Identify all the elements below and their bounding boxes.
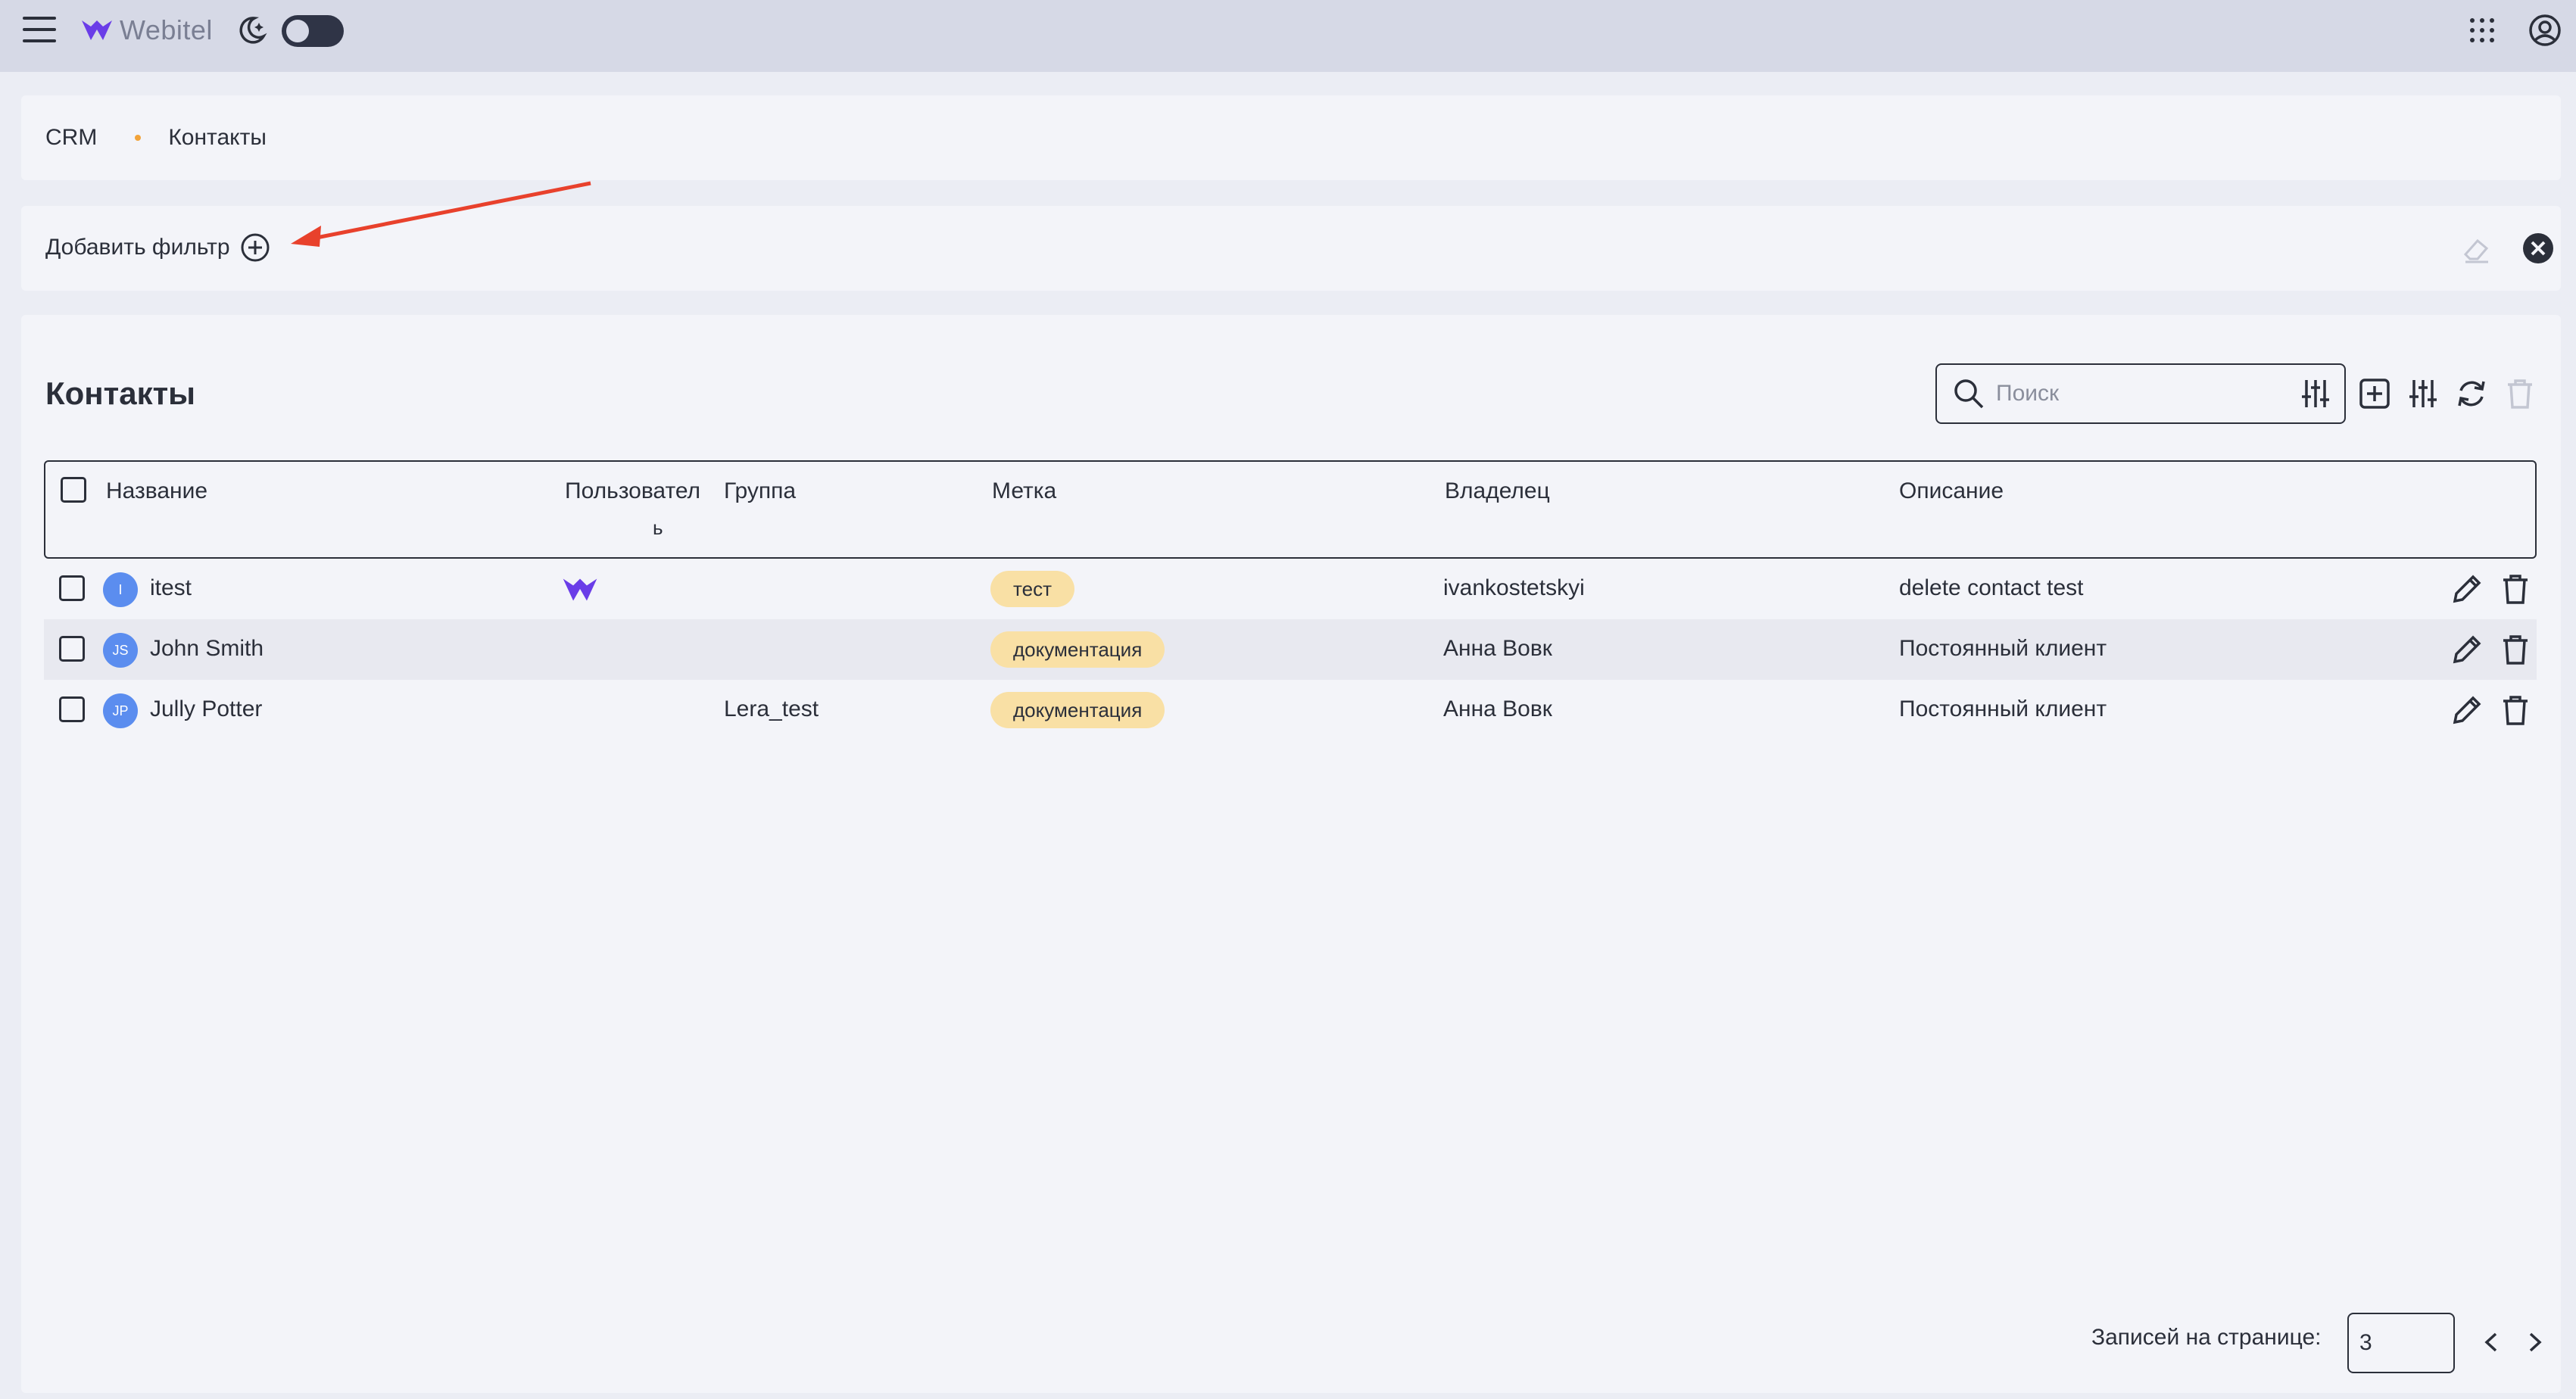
chevron-left-icon[interactable] [2475,1325,2509,1360]
brand-name: Webitel [120,14,213,45]
delete-icon[interactable] [2497,571,2534,607]
delete-icon[interactable] [2497,631,2534,668]
breadcrumb-separator [135,135,142,141]
add-filter-label: Добавить фильтр [45,235,230,260]
webitel-logo-icon [563,578,597,601]
tag-badge: документация [990,692,1165,728]
avatar: I [103,572,138,607]
column-header-description[interactable]: Описание [1899,478,2004,504]
tag-badge: документация [990,631,1165,668]
group-name: Lera_test [724,696,819,721]
search-input[interactable] [1996,381,2284,407]
breadcrumb-current: Контакты [168,125,267,150]
contact-name[interactable]: Jully Potter [150,696,262,722]
user-account-icon[interactable] [2528,13,2562,48]
column-header-label[interactable]: Метка [992,478,1056,504]
breadcrumb-crm[interactable]: CRM [45,125,97,151]
records-per-page-input[interactable] [2347,1313,2455,1373]
annotation-arrow-icon [291,181,591,247]
contacts-panel: Контакты Поиск Название Пользовател ь Гр… [21,315,2561,1393]
table-row[interactable]: I itest тест ivankostetskyi delete conta… [44,559,2537,619]
apps-grid-icon[interactable] [2470,18,2494,42]
avatar: JP [103,693,138,728]
bulk-delete-icon[interactable] [2502,375,2538,412]
avatar: JS [103,633,138,668]
theme-toggle[interactable] [282,15,344,47]
menu-icon[interactable] [23,17,56,44]
edit-icon[interactable] [2449,631,2485,668]
page-title: Контакты [45,375,196,411]
top-header: Webitel [0,0,2576,72]
description-text: delete contact test [1899,575,2084,600]
edit-icon[interactable] [2449,692,2485,728]
tag-badge: тест [990,571,1074,607]
column-header-owner[interactable]: Владелец [1445,478,1550,504]
search-settings-icon[interactable] [2299,377,2332,410]
row-checkbox[interactable] [59,575,85,601]
records-per-page-label: Записей на странице: [2091,1325,2322,1350]
moon-icon [239,17,267,44]
table-row[interactable]: JP Jully Potter Lera_test документация А… [44,680,2537,740]
row-checkbox[interactable] [59,636,85,662]
contact-name[interactable]: John Smith [150,636,264,662]
search-box[interactable] [1935,363,2346,424]
contact-name[interactable]: itest [150,575,192,601]
owner-name: Анна Вовк [1443,696,1552,721]
breadcrumb: CRM Контакты [21,95,2561,180]
table-header: Название Пользовател ь Группа Метка Влад… [44,460,2537,559]
description-text: Постоянный клиент [1899,696,2107,721]
add-filter-button[interactable]: Добавить фильтр [45,232,271,263]
delete-icon[interactable] [2497,692,2534,728]
brand-logo[interactable]: Webitel [80,14,213,47]
refresh-icon[interactable] [2453,375,2490,412]
select-all-checkbox[interactable] [61,477,86,503]
edit-icon[interactable] [2449,571,2485,607]
close-circle-icon[interactable] [2520,230,2556,266]
row-checkbox[interactable] [59,696,85,722]
column-header-group[interactable]: Группа [724,478,796,504]
owner-name: Анна Вовк [1443,636,1552,661]
add-contact-icon[interactable] [2356,375,2393,412]
description-text: Постоянный клиент [1899,636,2107,661]
eraser-icon[interactable] [2459,232,2494,266]
column-settings-icon[interactable] [2405,375,2441,412]
search-icon [1954,379,1984,409]
column-header-user[interactable]: Пользовател [565,478,700,504]
column-header-user-wrap: ь [653,516,663,539]
table-row[interactable]: JS John Smith документация Анна Вовк Пос… [44,619,2537,680]
owner-name: ivankostetskyi [1443,575,1585,600]
chevron-right-icon[interactable] [2517,1325,2552,1360]
plus-circle-icon [241,233,270,262]
column-header-name[interactable]: Название [106,478,207,504]
webitel-logo-icon [82,20,112,40]
